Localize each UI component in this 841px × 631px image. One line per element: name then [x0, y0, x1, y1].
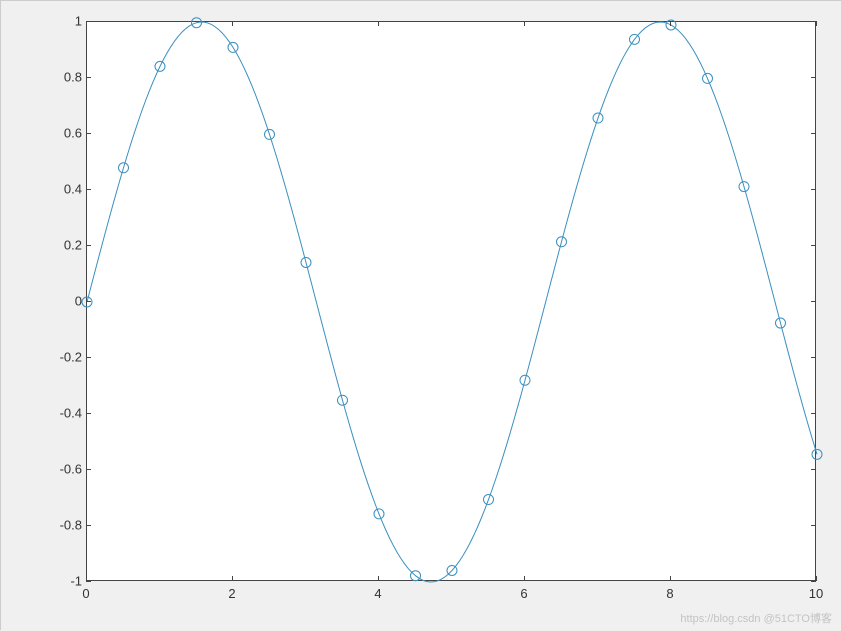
- x-tick-label: 10: [801, 586, 831, 601]
- line-series: [87, 22, 817, 582]
- chart-svg: [87, 22, 817, 582]
- x-tick-mark: [378, 576, 379, 581]
- x-tick-mark: [670, 21, 671, 26]
- y-tick-mark: [86, 133, 91, 134]
- x-tick-label: 8: [655, 586, 685, 601]
- y-tick-label: 0.6: [42, 126, 82, 141]
- y-tick-mark: [811, 581, 816, 582]
- x-tick-label: 2: [217, 586, 247, 601]
- y-tick-mark: [811, 133, 816, 134]
- y-tick-mark: [86, 301, 91, 302]
- y-tick-label: 1: [42, 14, 82, 29]
- y-tick-label: -0.4: [42, 406, 82, 421]
- y-tick-label: 0.8: [42, 70, 82, 85]
- x-tick-mark: [86, 576, 87, 581]
- y-tick-mark: [811, 469, 816, 470]
- x-tick-mark: [524, 21, 525, 26]
- y-tick-mark: [86, 413, 91, 414]
- y-tick-mark: [811, 189, 816, 190]
- x-tick-mark: [378, 21, 379, 26]
- x-tick-mark: [816, 576, 817, 581]
- y-tick-mark: [811, 77, 816, 78]
- x-tick-mark: [670, 576, 671, 581]
- y-tick-mark: [86, 357, 91, 358]
- y-tick-mark: [811, 413, 816, 414]
- watermark: https://blog.csdn @51CTO博客: [680, 610, 832, 626]
- x-tick-mark: [86, 21, 87, 26]
- y-tick-mark: [86, 581, 91, 582]
- y-tick-mark: [811, 301, 816, 302]
- y-tick-mark: [86, 77, 91, 78]
- y-tick-label: 0.2: [42, 238, 82, 253]
- y-tick-mark: [811, 525, 816, 526]
- y-tick-label: 0: [42, 294, 82, 309]
- x-tick-label: 6: [509, 586, 539, 601]
- y-tick-label: -0.6: [42, 462, 82, 477]
- x-tick-mark: [524, 576, 525, 581]
- y-tick-mark: [86, 245, 91, 246]
- figure-window: -1-0.8-0.6-0.4-0.200.20.40.60.81 0246810…: [1, 1, 841, 631]
- x-tick-label: 4: [363, 586, 393, 601]
- y-tick-label: -0.8: [42, 518, 82, 533]
- x-tick-label: 0: [71, 586, 101, 601]
- y-tick-mark: [86, 189, 91, 190]
- y-tick-label: -0.2: [42, 350, 82, 365]
- y-tick-mark: [86, 525, 91, 526]
- y-tick-mark: [86, 469, 91, 470]
- x-tick-mark: [816, 21, 817, 26]
- axes: [86, 21, 816, 581]
- marker-series: [82, 18, 822, 581]
- y-tick-label: 0.4: [42, 182, 82, 197]
- y-tick-mark: [811, 245, 816, 246]
- x-tick-mark: [232, 576, 233, 581]
- x-tick-mark: [232, 21, 233, 26]
- y-tick-mark: [811, 357, 816, 358]
